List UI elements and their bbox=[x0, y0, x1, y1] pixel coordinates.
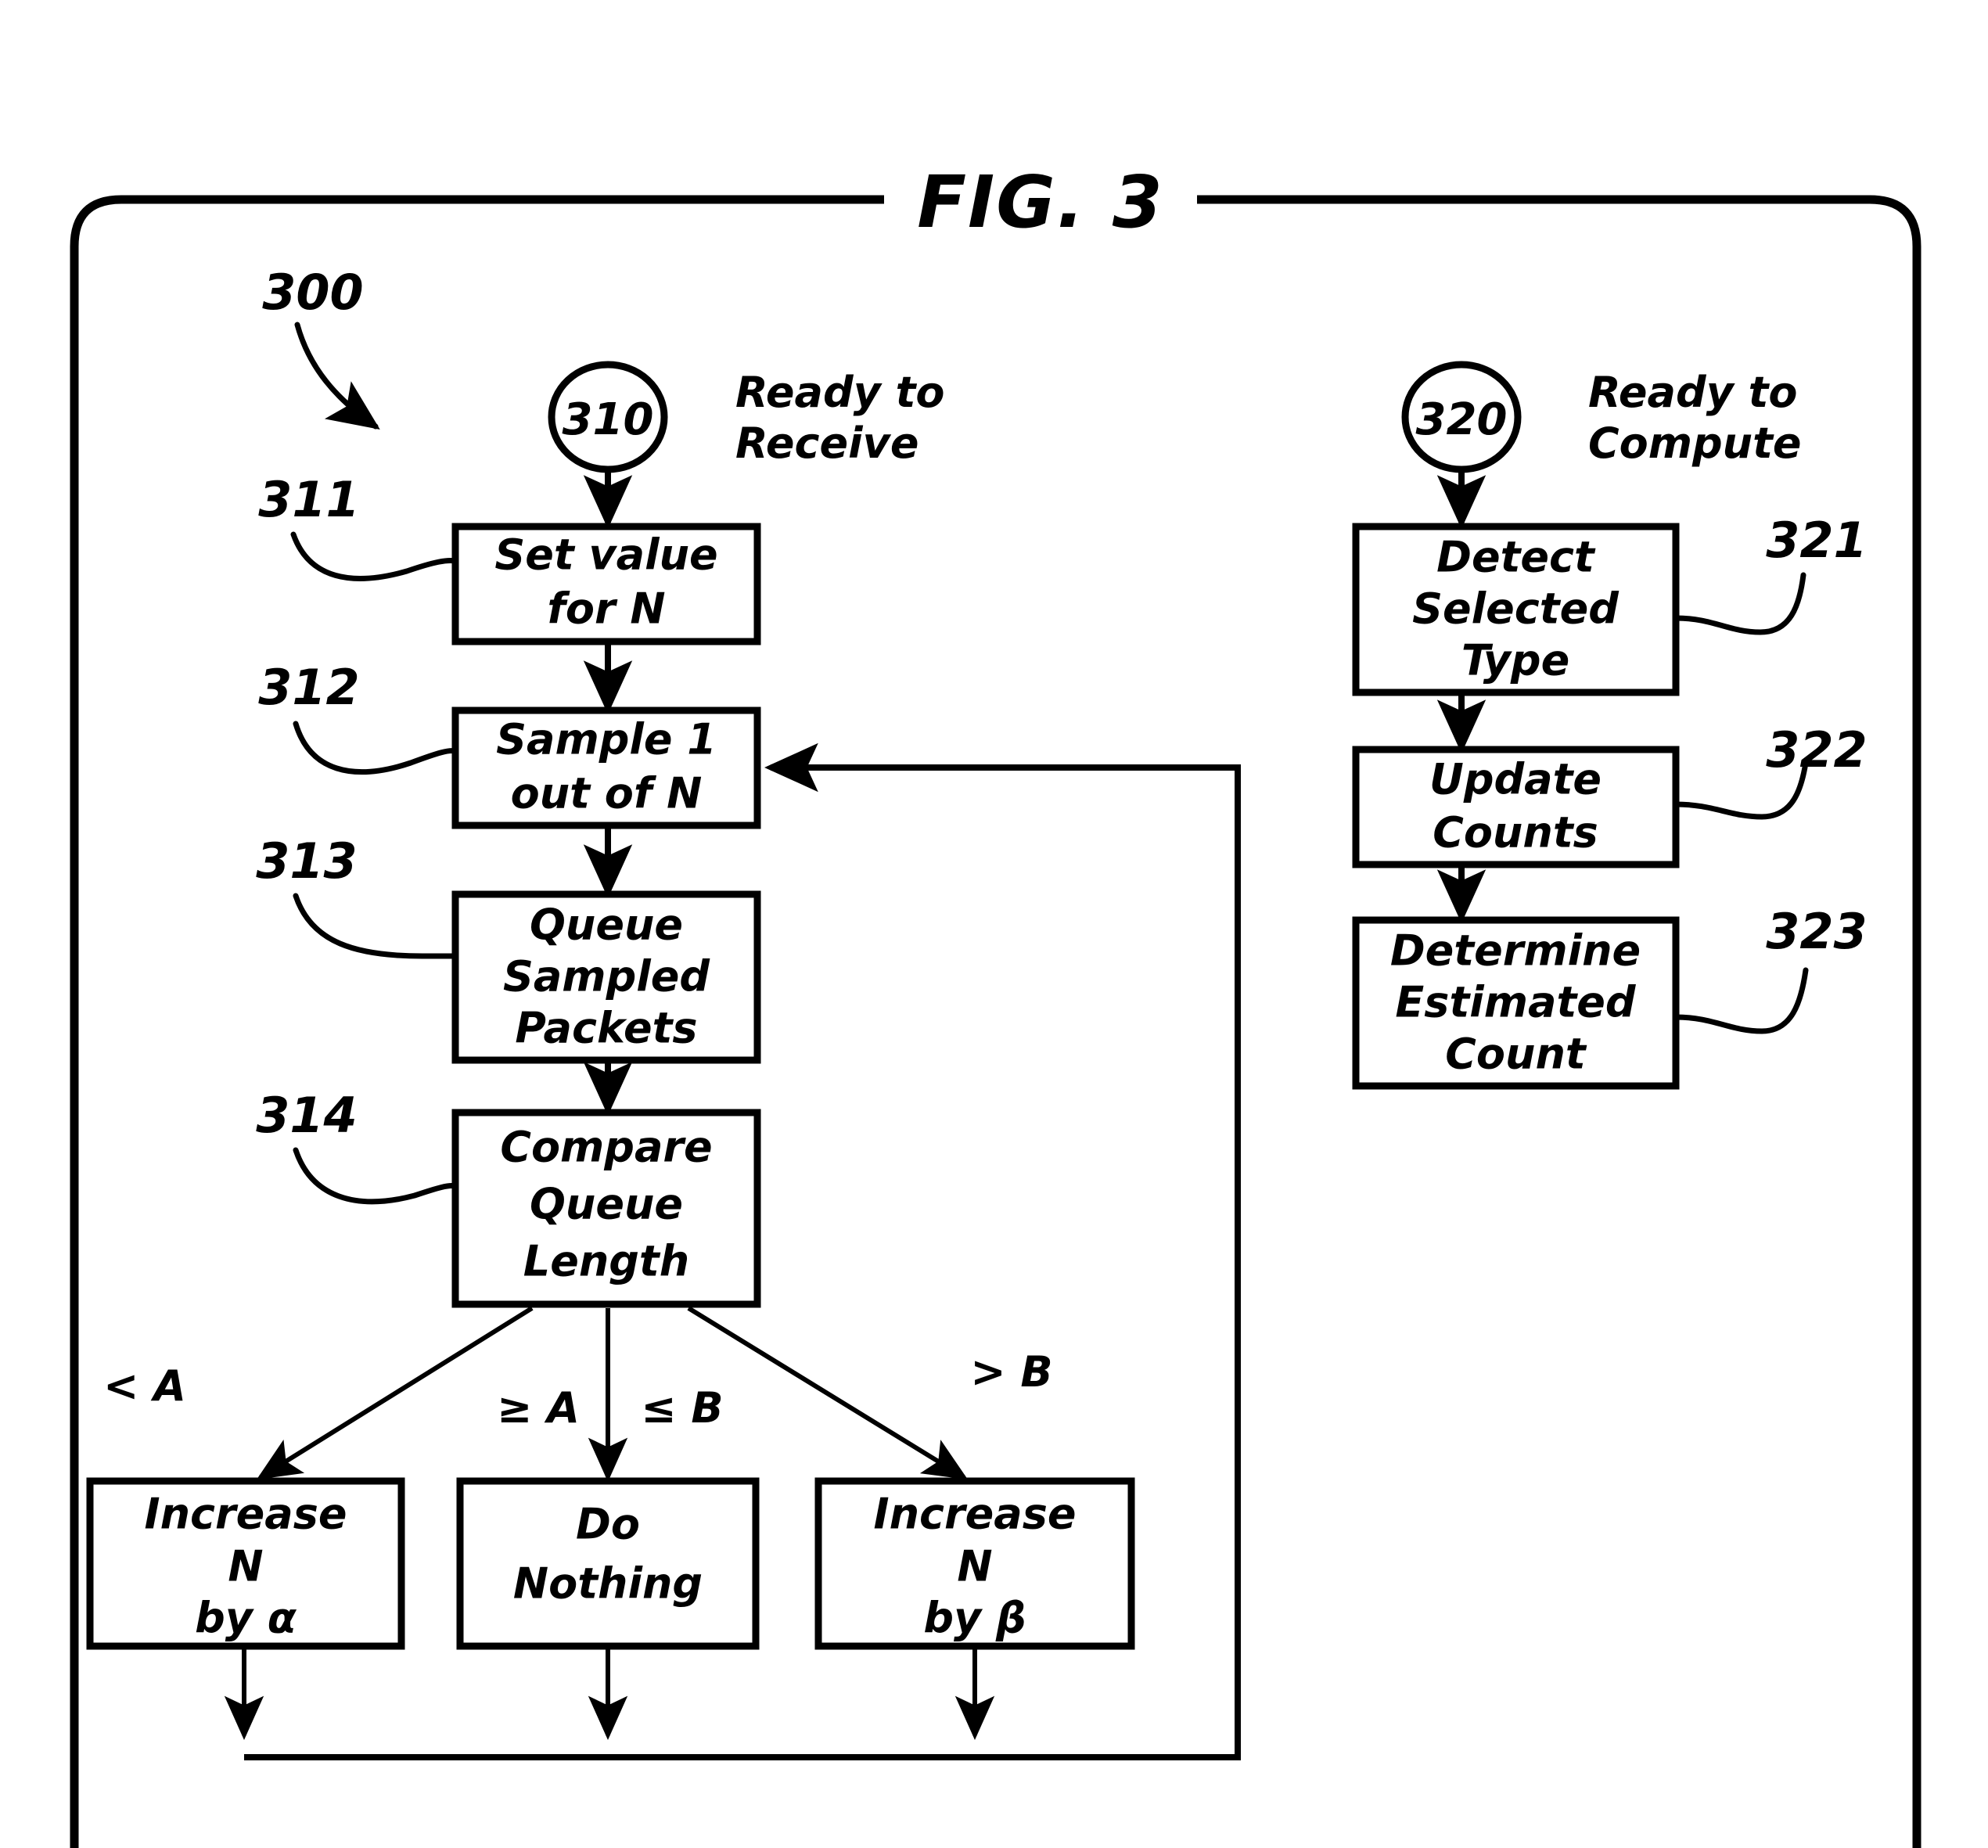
process-box-312-line2: out of N bbox=[511, 769, 703, 818]
ref-leader-311 bbox=[290, 531, 458, 581]
process-box-321-line2: Selected bbox=[1412, 584, 1620, 634]
ref-label-322: 322 bbox=[1766, 721, 1867, 778]
process-box-311-line1: Set value bbox=[494, 530, 717, 580]
branch-label-greater-than-b: > B bbox=[970, 1347, 1052, 1397]
process-box-313: Queue Sampled Packets bbox=[451, 890, 761, 1064]
process-box-314-line2: Queue bbox=[530, 1180, 683, 1229]
outcome-box-do-nothing: Do Nothing bbox=[456, 1477, 760, 1650]
branch-label-ge-a: ≥ A bbox=[497, 1383, 580, 1433]
ref-label-323: 323 bbox=[1766, 903, 1867, 960]
branch-label-less-than-a: < A bbox=[103, 1361, 186, 1411]
patent-figure-page: FIG. 3 300 310 Ready to Receive Set valu… bbox=[0, 0, 1988, 1848]
outcome-box-alpha-line3: by α bbox=[195, 1594, 297, 1643]
start-node-310: 310 bbox=[548, 361, 668, 473]
process-box-322-line1: Update bbox=[1429, 755, 1602, 804]
outcome-box-increase-n-alpha: Increase N by α bbox=[86, 1477, 405, 1650]
ref-label-313: 313 bbox=[256, 832, 357, 890]
ref-leader-312 bbox=[293, 721, 458, 775]
process-box-314-line3: Length bbox=[523, 1237, 689, 1286]
figure-canvas: FIG. 3 300 310 Ready to Receive Set valu… bbox=[70, 160, 1921, 1848]
process-box-323-line1: Determine bbox=[1390, 926, 1641, 976]
ref-label-321: 321 bbox=[1766, 512, 1867, 569]
process-box-314: Compare Queue Length bbox=[451, 1109, 761, 1308]
process-box-321-line3: Type bbox=[1461, 636, 1569, 685]
process-box-314-line1: Compare bbox=[500, 1123, 712, 1172]
outcome-box-alpha-line2: N bbox=[228, 1542, 263, 1591]
diagram-ref-300-leader bbox=[294, 322, 380, 430]
process-box-323-line3: Count bbox=[1445, 1030, 1587, 1079]
state-label-ready-to-compute-line1: Ready to bbox=[1588, 368, 1798, 417]
process-box-313-line1: Queue bbox=[530, 901, 683, 950]
branch-arrow-less-than-a bbox=[256, 1306, 534, 1480]
process-box-322-line2: Counts bbox=[1433, 808, 1598, 857]
process-box-321-line1: Detect bbox=[1436, 533, 1596, 582]
process-box-312: Sample 1 out of N bbox=[451, 706, 761, 829]
outcome-box-beta-line3: by β bbox=[923, 1594, 1026, 1643]
ref-leader-323 bbox=[1673, 967, 1809, 1034]
process-box-323: Determine Estimated Count bbox=[1352, 916, 1680, 1090]
diagram-ref-300-group: 300 bbox=[262, 264, 380, 430]
outcome-box-beta-line2: N bbox=[957, 1542, 992, 1591]
process-box-313-line2: Sampled bbox=[503, 952, 710, 1001]
process-box-311: Set value for N bbox=[451, 523, 761, 645]
diagram-ref-300: 300 bbox=[262, 264, 363, 321]
outcome-box-alpha-line1: Increase bbox=[144, 1490, 347, 1539]
ref-label-312: 312 bbox=[258, 659, 359, 716]
start-circle-310-label: 310 bbox=[563, 394, 654, 445]
ref-leader-321 bbox=[1673, 572, 1806, 635]
process-box-322: Update Counts bbox=[1352, 746, 1680, 868]
branch-label-le-b: ≤ B bbox=[641, 1383, 723, 1433]
outcome-box-do-nothing-line1: Do bbox=[576, 1500, 640, 1549]
process-box-311-line2: for N bbox=[547, 584, 665, 634]
ref-label-314: 314 bbox=[256, 1087, 357, 1144]
process-box-313-line3: Packets bbox=[515, 1004, 697, 1053]
outcome-box-do-nothing-line2: Nothing bbox=[513, 1559, 703, 1609]
outcome-box-increase-n-beta: Increase N by β bbox=[814, 1477, 1135, 1650]
process-box-312-line1: Sample 1 bbox=[496, 715, 717, 764]
state-label-ready-to-receive-line1: Ready to bbox=[735, 368, 945, 417]
ref-label-311: 311 bbox=[258, 471, 359, 528]
ref-leader-314 bbox=[293, 1147, 458, 1205]
start-node-320: 320 bbox=[1401, 361, 1522, 473]
state-label-ready-to-compute-line2: Compute bbox=[1588, 419, 1802, 468]
figure-title: FIG. 3 bbox=[917, 160, 1164, 244]
start-circle-320-label: 320 bbox=[1416, 394, 1508, 445]
ref-leader-313 bbox=[293, 893, 458, 959]
state-label-ready-to-receive-line2: Receive bbox=[735, 419, 919, 468]
outcome-box-beta-line1: Increase bbox=[873, 1490, 1076, 1539]
process-box-321: Detect Selected Type bbox=[1352, 523, 1680, 696]
process-box-323-line2: Estimated bbox=[1395, 978, 1636, 1027]
branch-arrow-greater-than-b bbox=[687, 1306, 969, 1480]
